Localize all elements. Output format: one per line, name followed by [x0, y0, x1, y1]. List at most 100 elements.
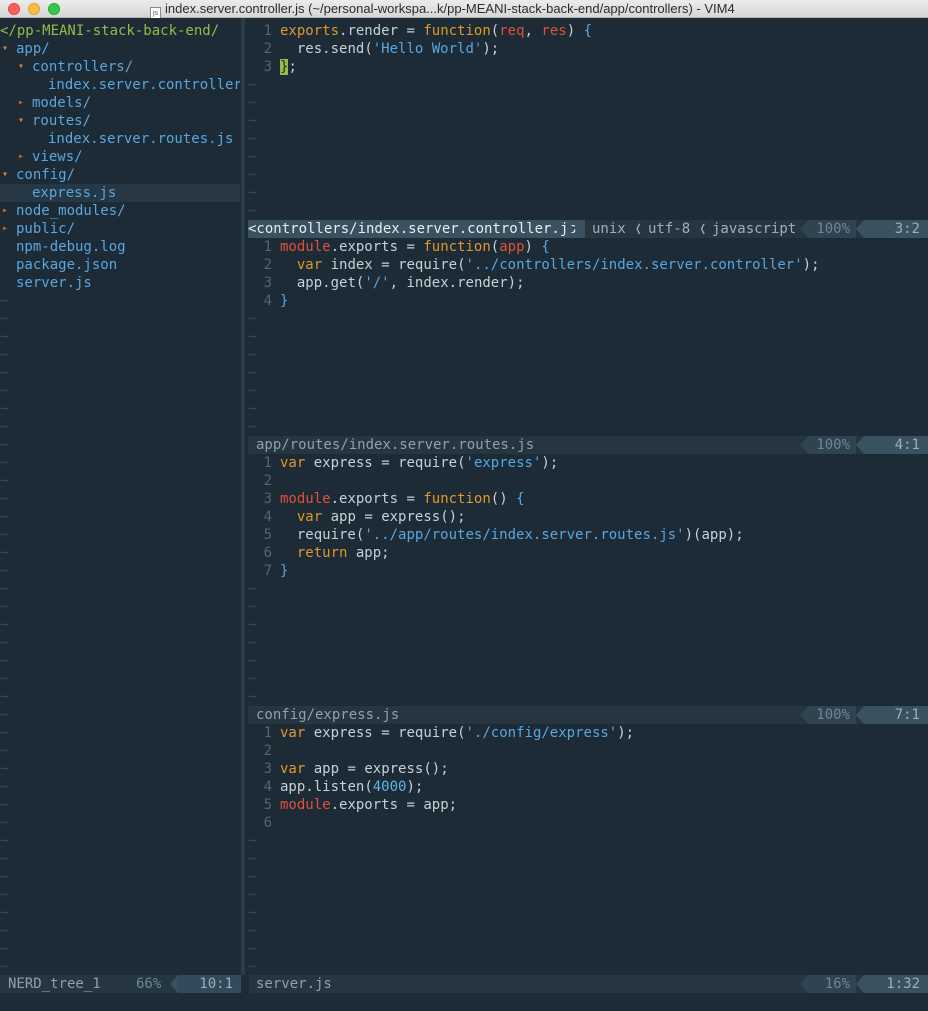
- pane-statusline: app/routes/index.server.routes.js 100% 4:1: [248, 436, 928, 454]
- separator-arrow-icon: [856, 436, 864, 454]
- empty-line-tilde: ~: [0, 491, 9, 507]
- scroll-percent: 16%: [808, 975, 856, 993]
- empty-line-tilde: ~: [248, 635, 257, 651]
- empty-line-tilde: ~: [0, 815, 9, 831]
- code-text: res.send('Hello World');: [296, 41, 500, 57]
- empty-line-tilde: ~: [248, 329, 257, 345]
- active-file-name[interactable]: <controllers/index.server.controller.js: [248, 220, 585, 238]
- line-number: 1: [263, 239, 272, 255]
- tree-item-label: app/: [16, 41, 50, 57]
- code-line[interactable]: 1 module.exports = function(app) {: [248, 238, 928, 256]
- line-number: 7: [263, 563, 272, 579]
- collapsed-arrow-icon: ▸: [2, 223, 9, 234]
- empty-line-tilde: ~: [0, 689, 9, 705]
- tree-item-label: server.js: [16, 275, 92, 291]
- tree-item-label: controllers/: [32, 59, 134, 75]
- empty-line-tilde: ~: [248, 905, 257, 921]
- tree-file-item[interactable]: server.js: [0, 274, 240, 292]
- expanded-arrow-icon: ▾: [18, 115, 25, 126]
- tree-file-item[interactable]: index.server.routes.js: [0, 130, 240, 148]
- nerdtree-root[interactable]: </pp-MEANI-stack-back-end/: [0, 22, 240, 40]
- code-line[interactable]: 5 module.exports = app;: [248, 796, 928, 814]
- empty-line-tilde: ~: [248, 149, 257, 165]
- code-line[interactable]: 4}: [248, 292, 928, 310]
- empty-line-tilde: ~: [0, 761, 9, 777]
- code-text: var express = require('./config/express'…: [280, 725, 635, 741]
- close-window-button[interactable]: [8, 3, 20, 15]
- window-title-text: index.server.controller.js (~/personal-w…: [165, 1, 735, 16]
- nerdtree-pane[interactable]: </pp-MEANI-stack-back-end/ ▾ app/ ▾ controll…: [0, 18, 240, 975]
- minimize-window-button[interactable]: [28, 3, 40, 15]
- code-text: module.exports = app;: [280, 797, 458, 813]
- tree-item-label: public/: [16, 221, 76, 237]
- line-number: 2: [263, 473, 272, 489]
- code-line[interactable]: 2 var index = require('../controllers/in…: [248, 256, 928, 274]
- code-text: module.exports = function() {: [280, 491, 525, 507]
- empty-line-tilde: ~: [248, 689, 257, 705]
- pane-statusline: server.js 16% 1:32: [248, 975, 928, 993]
- tree-file-item[interactable]: express.js: [0, 184, 240, 202]
- tree-item-label: config/: [16, 167, 76, 183]
- separator-arrow-icon: [170, 975, 178, 993]
- code-line[interactable]: 2: [248, 472, 928, 490]
- cursor-position: 1:32: [864, 975, 928, 993]
- tree-dir-item[interactable]: ▾ app/: [0, 40, 240, 58]
- empty-line-tilde: ~: [0, 797, 9, 813]
- cursor-position: 4:1: [864, 436, 928, 454]
- empty-line-tilde: ~: [248, 617, 257, 633]
- line-number: 2: [263, 743, 272, 759]
- cursor-position: 3:2: [864, 220, 928, 238]
- code-line[interactable]: 3 module.exports = function() {: [248, 490, 928, 508]
- empty-line-tilde: ~: [248, 653, 257, 669]
- code-line[interactable]: 4 app.listen(4000);: [248, 778, 928, 796]
- code-line[interactable]: 4 var app = express();: [248, 508, 928, 526]
- tree-file-item[interactable]: index.server.controller.: [0, 76, 240, 94]
- tree-file-item[interactable]: npm-debug.log: [0, 238, 240, 256]
- empty-line-tilde: ~: [0, 941, 9, 957]
- code-line[interactable]: 3 var app = express();: [248, 760, 928, 778]
- code-line[interactable]: 7}: [248, 562, 928, 580]
- code-line[interactable]: 6: [248, 814, 928, 832]
- file-type: javascript: [712, 221, 797, 237]
- code-line[interactable]: 5 require('../app/routes/index.server.ro…: [248, 526, 928, 544]
- code-line[interactable]: 2 res.send('Hello World');: [248, 40, 928, 58]
- line-number: 4: [263, 293, 272, 309]
- tree-dir-item[interactable]: ▸ models/: [0, 94, 240, 112]
- empty-line-tilde: ~: [0, 509, 9, 525]
- tree-dir-item[interactable]: ▸ node_modules/: [0, 202, 240, 220]
- tree-file-item[interactable]: package.json: [0, 256, 240, 274]
- zoom-window-button[interactable]: [48, 3, 60, 15]
- tree-dir-item[interactable]: ▾ routes/: [0, 112, 240, 130]
- line-number: 3: [263, 761, 272, 777]
- empty-line-tilde: ~: [0, 599, 9, 615]
- tree-dir-item[interactable]: ▾ config/: [0, 166, 240, 184]
- tree-dir-item[interactable]: ▸ public/: [0, 220, 240, 238]
- empty-line-tilde: ~: [248, 887, 257, 903]
- empty-line-tilde: ~: [0, 473, 9, 489]
- code-line[interactable]: 3 app.get('/', index.render);: [248, 274, 928, 292]
- code-line[interactable]: 1 var express = require('./config/express…: [248, 724, 928, 742]
- file-name[interactable]: app/routes/index.server.routes.js: [256, 436, 534, 454]
- file-name[interactable]: server.js: [256, 975, 332, 993]
- tree-dir-item[interactable]: ▾ controllers/: [0, 58, 240, 76]
- tree-dir-item[interactable]: ▸ views/: [0, 148, 240, 166]
- code-line[interactable]: 6 return app;: [248, 544, 928, 562]
- empty-line-tilde: ~: [248, 113, 257, 129]
- scroll-percent: 100%: [808, 706, 856, 724]
- code-line[interactable]: 3};: [248, 58, 928, 76]
- separator-arrow-icon: [566, 220, 575, 238]
- separator-arrow-icon: [800, 706, 808, 724]
- code-line[interactable]: 1 var express = require('express');: [248, 454, 928, 472]
- line-number: 5: [263, 527, 272, 543]
- empty-line-tilde: ~: [248, 365, 257, 381]
- vertical-split-separator[interactable]: [241, 18, 245, 975]
- empty-line-tilde: ~: [248, 185, 257, 201]
- code-line[interactable]: 1 exports.render = function(req, res) {: [248, 22, 928, 40]
- tree-item-label: express.js: [32, 185, 117, 201]
- code-line[interactable]: 2: [248, 742, 928, 760]
- editor-area[interactable]: 1 exports.render = function(req, res) {2 …: [248, 18, 928, 993]
- empty-line-tilde: ~: [248, 401, 257, 417]
- empty-line-tilde: ~: [248, 671, 257, 687]
- line-number: 6: [263, 815, 272, 831]
- file-name[interactable]: config/express.js: [256, 706, 399, 724]
